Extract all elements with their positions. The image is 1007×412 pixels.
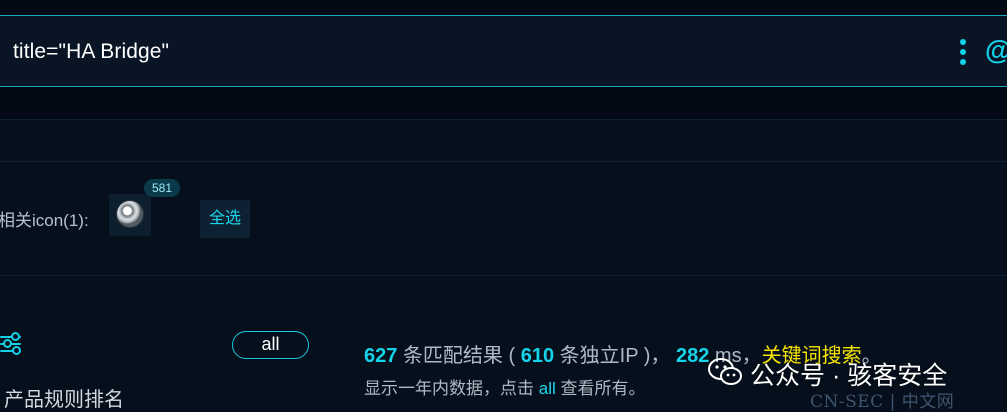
at-icon[interactable]: @ bbox=[985, 37, 1007, 64]
lightbulb-icon bbox=[117, 201, 143, 227]
data-range-hint: 显示一年内数据，点击 all 查看所有。 bbox=[364, 374, 645, 399]
query-time: 282 bbox=[675, 345, 710, 367]
show-all-link[interactable]: all bbox=[539, 379, 556, 398]
wechat-icon bbox=[708, 358, 742, 385]
sliders-icon[interactable] bbox=[0, 332, 21, 355]
watermark-site: CN-SEC | 中文网 bbox=[810, 392, 955, 412]
hint-suffix: 查看所有。 bbox=[560, 379, 646, 398]
hint-prefix: 显示一年内数据，点击 bbox=[364, 379, 534, 398]
search-bar[interactable]: title="HA Bridge" @ bbox=[0, 15, 1007, 87]
match-text: 条匹配结果 ( bbox=[402, 345, 516, 367]
icon-count-badge: 581 bbox=[144, 179, 181, 197]
search-input[interactable]: title="HA Bridge" bbox=[13, 40, 169, 64]
more-vertical-icon[interactable] bbox=[957, 39, 969, 65]
icon-tile[interactable] bbox=[109, 194, 151, 236]
divider bbox=[0, 161, 1007, 162]
match-count: 627 bbox=[364, 345, 398, 367]
divider bbox=[0, 119, 1007, 120]
ip-count: 610 bbox=[520, 345, 555, 367]
ip-text: 条独立IP )， bbox=[559, 345, 671, 367]
product-rule-ranking-label: 产品规则排名 bbox=[4, 389, 124, 411]
related-icons-label: 相关icon(1): bbox=[0, 211, 89, 230]
select-all-button[interactable]: 全选 bbox=[200, 200, 250, 238]
all-filter-button[interactable]: all bbox=[232, 331, 309, 359]
divider bbox=[0, 275, 1007, 276]
page: title="HA Bridge" @ 相关icon(1): 581 全选 产品… bbox=[0, 0, 1007, 412]
